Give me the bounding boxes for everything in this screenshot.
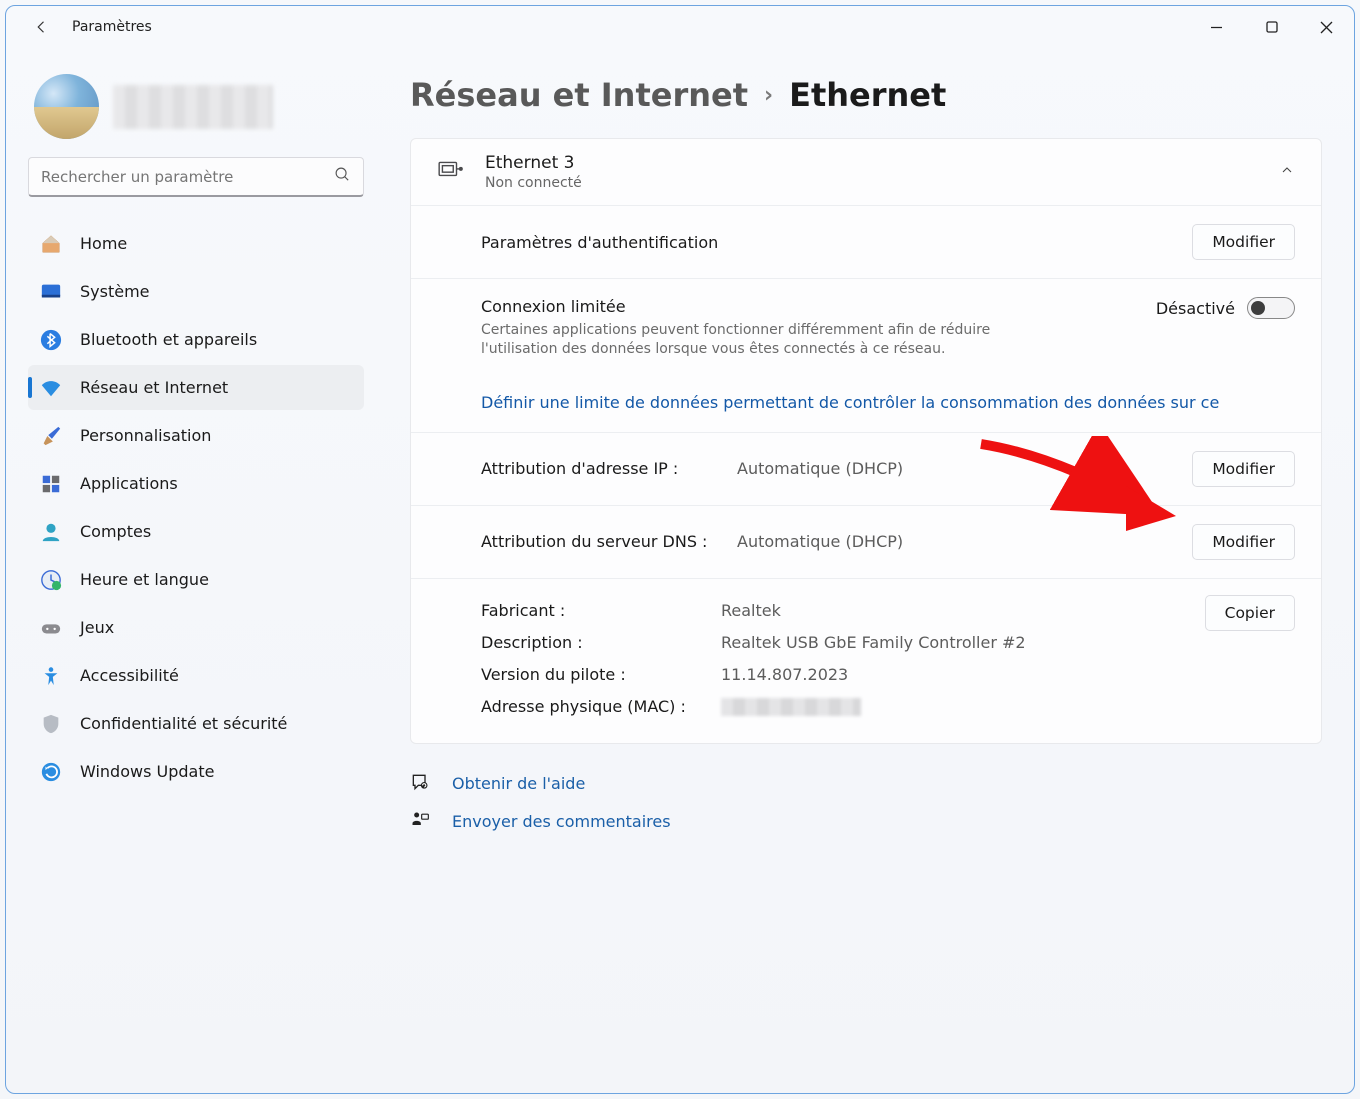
nav-bluetooth[interactable]: Bluetooth et appareils bbox=[28, 317, 364, 362]
ip-row: Attribution d'adresse IP : Automatique (… bbox=[411, 433, 1321, 506]
nav-label: Home bbox=[80, 234, 127, 253]
maximize-button[interactable] bbox=[1244, 6, 1299, 48]
search-input[interactable] bbox=[41, 168, 334, 186]
description-value: Realtek USB GbE Family Controller #2 bbox=[721, 633, 1026, 652]
nav-network[interactable]: Réseau et Internet bbox=[28, 365, 364, 410]
gamepad-icon bbox=[40, 617, 62, 639]
clock-icon bbox=[40, 569, 62, 591]
driver-label: Version du pilote : bbox=[481, 665, 721, 684]
dns-modify-button[interactable]: Modifier bbox=[1192, 524, 1295, 560]
help-label: Obtenir de l'aide bbox=[452, 774, 585, 793]
accessibility-icon bbox=[40, 665, 62, 687]
dns-value: Automatique (DHCP) bbox=[737, 532, 1176, 551]
auth-row: Paramètres d'authentification Modifier bbox=[411, 206, 1321, 279]
settings-window: Paramètres bbox=[5, 5, 1355, 1094]
avatar bbox=[34, 74, 99, 139]
metered-description: Certaines applications peuvent fonctionn… bbox=[481, 321, 1021, 359]
nav-label: Réseau et Internet bbox=[80, 378, 228, 397]
chevron-right-icon: › bbox=[764, 83, 773, 108]
metered-title: Connexion limitée bbox=[481, 297, 1021, 316]
get-help-link[interactable]: Obtenir de l'aide bbox=[410, 772, 1322, 796]
person-icon bbox=[40, 521, 62, 543]
ethernet-card: Ethernet 3 Non connecté Paramètres d'aut… bbox=[410, 138, 1322, 744]
driver-value: 11.14.807.2023 bbox=[721, 665, 848, 684]
feedback-link[interactable]: Envoyer des commentaires bbox=[410, 810, 1322, 834]
nav-label: Heure et langue bbox=[80, 570, 209, 589]
auth-label: Paramètres d'authentification bbox=[481, 233, 1176, 252]
minimize-button[interactable] bbox=[1189, 6, 1244, 48]
help-links: Obtenir de l'aide Envoyer des commentair… bbox=[410, 772, 1322, 834]
nav-accessibility[interactable]: Accessibilité bbox=[28, 653, 364, 698]
update-icon bbox=[40, 761, 62, 783]
home-icon bbox=[40, 233, 62, 255]
nav-time[interactable]: Heure et langue bbox=[28, 557, 364, 602]
system-icon bbox=[40, 281, 62, 303]
chevron-up-icon[interactable] bbox=[1279, 162, 1295, 182]
ethernet-header[interactable]: Ethernet 3 Non connecté bbox=[411, 139, 1321, 206]
nav-update[interactable]: Windows Update bbox=[28, 749, 364, 794]
search-icon bbox=[334, 166, 351, 187]
help-icon bbox=[410, 772, 430, 796]
nav-apps[interactable]: Applications bbox=[28, 461, 364, 506]
back-icon[interactable] bbox=[30, 15, 54, 39]
nav-system[interactable]: Système bbox=[28, 269, 364, 314]
manufacturer-value: Realtek bbox=[721, 601, 781, 620]
nav-label: Confidentialité et sécurité bbox=[80, 714, 287, 733]
metered-toggle[interactable] bbox=[1247, 297, 1295, 319]
nav-privacy[interactable]: Confidentialité et sécurité bbox=[28, 701, 364, 746]
dns-row: Attribution du serveur DNS : Automatique… bbox=[411, 506, 1321, 579]
nav-label: Applications bbox=[80, 474, 178, 493]
title-bar: Paramètres bbox=[6, 6, 1354, 48]
adapter-name: Ethernet 3 bbox=[485, 153, 582, 173]
sidebar: Home Système Bluetooth et appareils bbox=[6, 48, 386, 1093]
bluetooth-icon bbox=[40, 329, 62, 351]
wifi-icon bbox=[40, 377, 62, 399]
metered-row: Connexion limitée Certaines applications… bbox=[411, 279, 1321, 433]
adapter-status: Non connecté bbox=[485, 175, 582, 191]
manufacturer-label: Fabricant : bbox=[481, 601, 721, 620]
shield-icon bbox=[40, 713, 62, 735]
nav-label: Comptes bbox=[80, 522, 151, 541]
ip-modify-button[interactable]: Modifier bbox=[1192, 451, 1295, 487]
close-button[interactable] bbox=[1299, 6, 1354, 48]
nav-label: Jeux bbox=[80, 618, 114, 637]
nav-gaming[interactable]: Jeux bbox=[28, 605, 364, 650]
copy-button[interactable]: Copier bbox=[1205, 595, 1295, 631]
breadcrumb-parent[interactable]: Réseau et Internet bbox=[410, 76, 748, 114]
ip-label: Attribution d'adresse IP : bbox=[481, 459, 721, 478]
nav-label: Système bbox=[80, 282, 150, 301]
nav-label: Windows Update bbox=[80, 762, 214, 781]
mac-value-redacted bbox=[721, 698, 861, 716]
profile-name-redacted bbox=[113, 85, 273, 129]
dns-label: Attribution du serveur DNS : bbox=[481, 532, 721, 551]
mac-label: Adresse physique (MAC) : bbox=[481, 697, 721, 716]
feedback-label: Envoyer des commentaires bbox=[452, 812, 671, 831]
nav-label: Bluetooth et appareils bbox=[80, 330, 257, 349]
nav-home[interactable]: Home bbox=[28, 221, 364, 266]
window-controls bbox=[1189, 6, 1354, 48]
ethernet-icon bbox=[437, 157, 463, 187]
nav-personalization[interactable]: Personnalisation bbox=[28, 413, 364, 458]
nav-accounts[interactable]: Comptes bbox=[28, 509, 364, 554]
main-panel: Réseau et Internet › Ethernet Ethernet 3… bbox=[386, 48, 1354, 1093]
info-block: Fabricant : Realtek Description : Realte… bbox=[411, 579, 1321, 743]
metered-toggle-label: Désactivé bbox=[1156, 299, 1235, 318]
search-box[interactable] bbox=[28, 157, 364, 197]
breadcrumb-current: Ethernet bbox=[789, 76, 946, 114]
breadcrumb: Réseau et Internet › Ethernet bbox=[410, 76, 1322, 114]
ip-value: Automatique (DHCP) bbox=[737, 459, 1176, 478]
app-title: Paramètres bbox=[72, 19, 152, 35]
feedback-icon bbox=[410, 810, 430, 834]
nav-label: Accessibilité bbox=[80, 666, 179, 685]
nav-list: Home Système Bluetooth et appareils bbox=[28, 221, 364, 794]
description-label: Description : bbox=[481, 633, 721, 652]
profile-block[interactable] bbox=[28, 72, 364, 157]
data-limit-link[interactable]: Définir une limite de données permettant… bbox=[481, 393, 1295, 412]
auth-modify-button[interactable]: Modifier bbox=[1192, 224, 1295, 260]
nav-label: Personnalisation bbox=[80, 426, 211, 445]
brush-icon bbox=[40, 425, 62, 447]
apps-icon bbox=[40, 473, 62, 495]
